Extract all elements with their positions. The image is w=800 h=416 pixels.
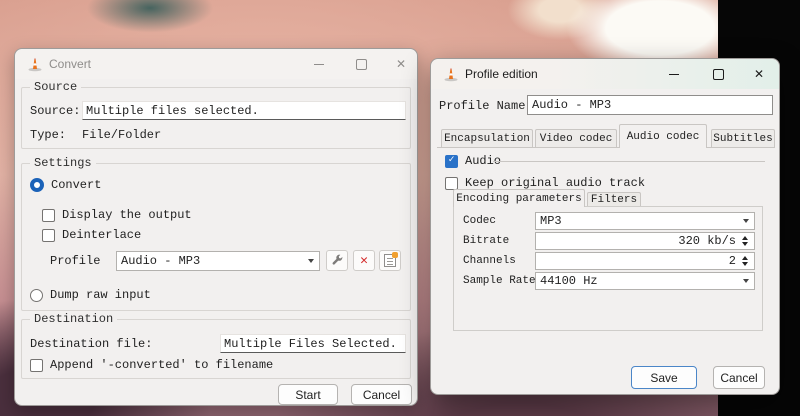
destination-group-label: Destination [30,312,118,326]
tab-pane-border [437,147,775,148]
checkbox-unchecked-icon [42,228,55,242]
new-badge-icon [392,252,398,258]
start-button[interactable]: Start [278,384,338,405]
new-profile-icon [384,252,398,267]
profile-edition-dialog: Profile edition ✕ Profile Name Encapsula… [430,58,780,395]
type-label: Type: [30,128,67,142]
profile-name-label: Profile Name [439,99,526,113]
tab-audio-codec[interactable]: Audio codec [619,124,707,148]
maximize-icon [355,58,367,70]
source-field[interactable] [82,101,406,120]
maximize-icon [712,68,724,80]
vlc-cone-icon [443,66,459,82]
destination-file-label: Destination file: [30,337,153,351]
source-group: Source Source: Type: File/Folder [21,80,411,149]
profile-name-input[interactable] [527,95,773,115]
convert-titlebar[interactable]: Convert ✕ [15,49,417,79]
dump-raw-radio[interactable]: Dump raw input [30,288,151,302]
dump-raw-label: Dump raw input [50,288,151,302]
subtab-filters[interactable]: Filters [587,192,641,207]
keep-original-label: Keep original audio track [465,176,646,190]
source-label: Source: [30,104,81,118]
minimize-button[interactable] [660,64,688,84]
profile-combobox[interactable]: Audio - MP3 [116,251,320,271]
profile-combobox-value: Audio - MP3 [121,254,201,268]
cancel-button[interactable]: Cancel [713,366,765,389]
minimize-icon [669,73,679,75]
audio-group-line [493,161,765,162]
checkbox-unchecked-icon [30,358,43,372]
desktop: Convert ✕ Source Source: Type: File/Fold… [0,0,800,416]
save-button[interactable]: Save [631,366,697,389]
settings-group-label: Settings [30,156,96,170]
edit-profile-button[interactable] [326,250,348,271]
window-title: Profile edition [465,67,538,81]
deinterlace-checkbox[interactable]: Deinterlace [42,228,141,242]
delete-x-icon: ✕ [360,253,368,268]
checkbox-checked-icon: ✓ [445,154,458,168]
maximize-button[interactable] [704,64,732,84]
close-button[interactable]: ✕ [745,64,773,84]
convert-dialog: Convert ✕ Source Source: Type: File/Fold… [14,48,418,406]
tab-encapsulation[interactable]: Encapsulation [441,129,533,148]
cancel-button[interactable]: Cancel [351,384,412,405]
destination-file-field[interactable] [220,334,406,353]
subtab-encoding-parameters[interactable]: Encoding parameters [453,189,585,207]
type-value: File/Folder [82,128,162,142]
source-group-label: Source [30,80,82,94]
minimize-button[interactable] [305,54,333,74]
deinterlace-label: Deinterlace [62,228,142,242]
display-output-checkbox[interactable]: Display the output [42,208,192,222]
profile-label: Profile [50,254,101,268]
display-output-label: Display the output [62,208,192,222]
encoding-parameters-pane [453,206,763,331]
wrench-icon [332,254,342,265]
tab-video-codec[interactable]: Video codec [535,129,617,148]
new-profile-button[interactable] [379,250,401,271]
dropdown-arrow-icon [308,259,314,263]
close-button[interactable]: ✕ [387,54,415,74]
checkbox-unchecked-icon [42,208,55,222]
append-converted-checkbox[interactable]: Append '-converted' to filename [30,358,273,372]
delete-profile-button[interactable]: ✕ [353,250,375,271]
convert-radio-label: Convert [51,178,102,192]
checkbox-unchecked-icon [445,176,458,190]
close-icon: ✕ [395,57,407,71]
radio-unselected-icon [30,288,43,302]
destination-group: Destination Destination file: Append '-c… [21,312,411,379]
keep-original-checkbox[interactable]: Keep original audio track [445,176,645,190]
window-title: Convert [49,57,92,71]
minimize-icon [314,63,324,65]
close-icon: ✕ [753,67,765,81]
maximize-button[interactable] [347,54,375,74]
tab-subtitles[interactable]: Subtitles [711,129,775,148]
append-converted-label: Append '-converted' to filename [50,358,274,372]
profile-titlebar[interactable]: Profile edition ✕ [431,59,779,89]
radio-selected-icon [30,178,44,192]
settings-group: Settings Convert Display the output Dein… [21,156,411,311]
vlc-cone-icon [27,56,43,72]
convert-radio[interactable]: Convert [30,178,101,192]
